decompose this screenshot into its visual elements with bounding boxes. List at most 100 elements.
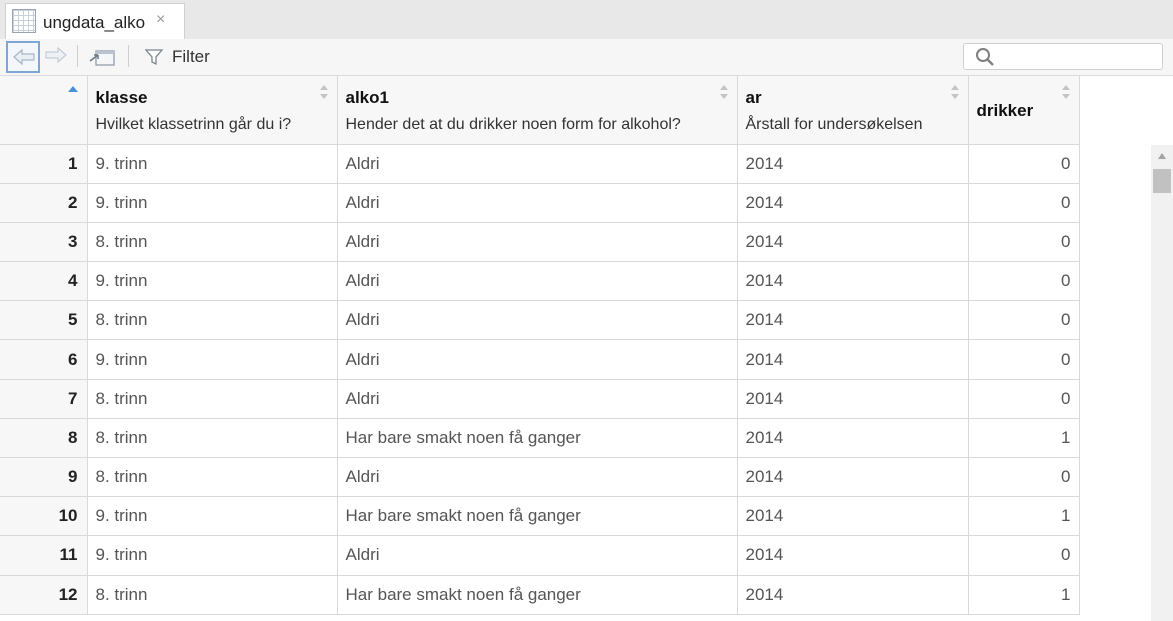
toolbar-separator bbox=[128, 45, 129, 67]
cell-alko1[interactable]: Har bare smakt noen få ganger bbox=[337, 418, 738, 459]
cell-alko1[interactable]: Aldri bbox=[337, 300, 738, 341]
cell-drikker[interactable]: 0 bbox=[968, 339, 1080, 380]
cell-drikker[interactable]: 0 bbox=[968, 144, 1080, 184]
cell-drikker[interactable]: 1 bbox=[968, 496, 1080, 537]
row-number[interactable]: 9 bbox=[0, 457, 88, 498]
cell-klasse[interactable]: 8. trinn bbox=[87, 300, 338, 341]
rownum-header[interactable] bbox=[0, 76, 88, 145]
scrollbar-thumb[interactable] bbox=[1153, 169, 1171, 193]
column-label: Hvilket klassetrinn går du i? bbox=[95, 116, 292, 133]
sort-arrows-icon[interactable] bbox=[319, 84, 329, 100]
viewer-toolbar: Filter bbox=[0, 39, 1173, 76]
row-number[interactable]: 7 bbox=[0, 379, 88, 419]
arrow-right-icon bbox=[45, 46, 67, 64]
column-header-drikker[interactable]: drikker bbox=[968, 76, 1080, 145]
popout-button[interactable] bbox=[88, 47, 116, 69]
tab-title: ungdata_alko bbox=[43, 13, 146, 32]
cell-drikker[interactable]: 0 bbox=[968, 183, 1080, 223]
column-header-klasse[interactable]: klasse Hvilket klassetrinn går du i? bbox=[87, 76, 338, 145]
column-header-alko1[interactable]: alko1 Hender det at du drikker noen form… bbox=[337, 76, 738, 145]
cell-drikker[interactable]: 0 bbox=[968, 379, 1080, 419]
cell-drikker[interactable]: 1 bbox=[968, 575, 1080, 615]
close-icon[interactable]: × bbox=[156, 11, 165, 29]
table-row[interactable]: 11 9. trinn Aldri 2014 0 bbox=[0, 535, 1080, 576]
cell-klasse[interactable]: 8. trinn bbox=[87, 379, 338, 419]
row-number[interactable]: 11 bbox=[0, 535, 88, 576]
cell-alko1[interactable]: Aldri bbox=[337, 339, 738, 380]
cell-ar[interactable]: 2014 bbox=[737, 261, 969, 302]
row-number[interactable]: 10 bbox=[0, 496, 88, 537]
row-number[interactable]: 6 bbox=[0, 339, 88, 380]
cell-ar[interactable]: 2014 bbox=[737, 300, 969, 341]
scroll-up-arrow-icon[interactable] bbox=[1157, 152, 1167, 160]
cell-klasse[interactable]: 9. trinn bbox=[87, 496, 338, 537]
table-row[interactable]: 9 8. trinn Aldri 2014 0 bbox=[0, 457, 1080, 498]
cell-alko1[interactable]: Aldri bbox=[337, 183, 738, 223]
cell-klasse[interactable]: 8. trinn bbox=[87, 457, 338, 498]
cell-klasse[interactable]: 9. trinn bbox=[87, 261, 338, 302]
cell-drikker[interactable]: 0 bbox=[968, 261, 1080, 302]
cell-drikker[interactable]: 1 bbox=[968, 418, 1080, 459]
cell-klasse[interactable]: 8. trinn bbox=[87, 222, 338, 263]
sort-arrows-icon[interactable] bbox=[1061, 84, 1071, 100]
table-row[interactable]: 4 9. trinn Aldri 2014 0 bbox=[0, 261, 1080, 302]
search-box[interactable] bbox=[963, 43, 1163, 70]
row-number[interactable]: 1 bbox=[0, 144, 88, 184]
row-number[interactable]: 12 bbox=[0, 575, 88, 615]
cell-alko1[interactable]: Aldri bbox=[337, 222, 738, 263]
table-row[interactable]: 10 9. trinn Har bare smakt noen få ganger 2… bbox=[0, 496, 1080, 537]
cell-drikker[interactable]: 0 bbox=[968, 535, 1080, 576]
cell-klasse[interactable]: 8. trinn bbox=[87, 418, 338, 459]
cell-klasse[interactable]: 9. trinn bbox=[87, 535, 338, 576]
filter-label: Filter bbox=[172, 47, 210, 66]
cell-ar[interactable]: 2014 bbox=[737, 339, 969, 380]
table-row[interactable]: 3 8. trinn Aldri 2014 0 bbox=[0, 222, 1080, 263]
sort-arrows-icon[interactable] bbox=[719, 84, 729, 100]
row-number[interactable]: 8 bbox=[0, 418, 88, 459]
cell-ar[interactable]: 2014 bbox=[737, 418, 969, 459]
row-number[interactable]: 4 bbox=[0, 261, 88, 302]
cell-klasse[interactable]: 8. trinn bbox=[87, 575, 338, 615]
table-row[interactable]: 12 8. trinn Har bare smakt noen få ganger 2… bbox=[0, 575, 1080, 615]
cell-ar[interactable]: 2014 bbox=[737, 575, 969, 615]
cell-ar[interactable]: 2014 bbox=[737, 144, 969, 184]
column-header-ar[interactable]: ar Årstall for undersøkelsen bbox=[737, 76, 969, 145]
cell-klasse[interactable]: 9. trinn bbox=[87, 144, 338, 184]
forward-button[interactable] bbox=[40, 41, 68, 73]
cell-ar[interactable]: 2014 bbox=[737, 183, 969, 223]
cell-klasse[interactable]: 9. trinn bbox=[87, 183, 338, 223]
table-row[interactable]: 1 9. trinn Aldri 2014 0 bbox=[0, 144, 1080, 184]
cell-alko1[interactable]: Aldri bbox=[337, 379, 738, 419]
table-row[interactable]: 6 9. trinn Aldri 2014 0 bbox=[0, 339, 1080, 380]
cell-klasse[interactable]: 9. trinn bbox=[87, 339, 338, 380]
vertical-scrollbar[interactable] bbox=[1151, 145, 1173, 621]
cell-drikker[interactable]: 0 bbox=[968, 457, 1080, 498]
cell-alko1[interactable]: Aldri bbox=[337, 457, 738, 498]
cell-drikker[interactable]: 0 bbox=[968, 222, 1080, 263]
grid-body: 1 9. trinn Aldri 2014 0 2 9. trinn Aldri 2014 0 3 8… bbox=[0, 144, 1080, 615]
cell-ar[interactable]: 2014 bbox=[737, 222, 969, 263]
data-grid: klasse Hvilket klassetrinn går du i? alk… bbox=[0, 76, 1080, 615]
back-button[interactable] bbox=[6, 41, 40, 73]
search-input[interactable] bbox=[1000, 46, 1160, 68]
cell-ar[interactable]: 2014 bbox=[737, 379, 969, 419]
sort-arrows-icon[interactable] bbox=[950, 84, 960, 100]
cell-alko1[interactable]: Har bare smakt noen få ganger bbox=[337, 496, 738, 537]
cell-ar[interactable]: 2014 bbox=[737, 457, 969, 498]
cell-alko1[interactable]: Har bare smakt noen få ganger bbox=[337, 575, 738, 615]
cell-alko1[interactable]: Aldri bbox=[337, 261, 738, 302]
cell-alko1[interactable]: Aldri bbox=[337, 144, 738, 184]
tab-ungdata-alko[interactable]: ungdata_alko × bbox=[5, 3, 185, 39]
row-number[interactable]: 2 bbox=[0, 183, 88, 223]
cell-drikker[interactable]: 0 bbox=[968, 300, 1080, 341]
cell-alko1[interactable]: Aldri bbox=[337, 535, 738, 576]
table-row[interactable]: 5 8. trinn Aldri 2014 0 bbox=[0, 300, 1080, 341]
header-row: klasse Hvilket klassetrinn går du i? alk… bbox=[0, 76, 1080, 145]
cell-ar[interactable]: 2014 bbox=[737, 535, 969, 576]
cell-ar[interactable]: 2014 bbox=[737, 496, 969, 537]
row-number[interactable]: 5 bbox=[0, 300, 88, 341]
table-row[interactable]: 2 9. trinn Aldri 2014 0 bbox=[0, 183, 1080, 223]
table-row[interactable]: 7 8. trinn Aldri 2014 0 bbox=[0, 379, 1080, 419]
table-row[interactable]: 8 8. trinn Har bare smakt noen få ganger 20… bbox=[0, 418, 1080, 459]
row-number[interactable]: 3 bbox=[0, 222, 88, 263]
